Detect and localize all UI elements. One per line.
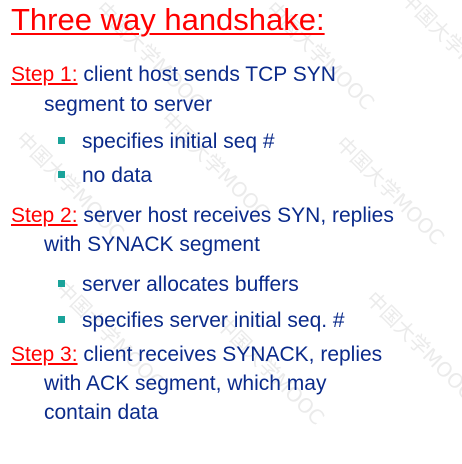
step-3-text: client receives SYNACK, replies	[83, 343, 383, 366]
step-1-bullet-1: specifies initial seq #	[58, 127, 275, 157]
step-2: Step 2: server host receives SYN, replie…	[11, 201, 394, 231]
watermark: 中国大学MOOC	[331, 131, 450, 250]
step-3-text-cont-1: with ACK segment, which may	[44, 372, 327, 395]
step-2-bullet-1: server allocates buffers	[58, 270, 299, 300]
step-1-label: Step 1:	[11, 63, 78, 86]
watermark: 中国大学MOOC	[396, 0, 462, 105]
step-3-text-cont-2: contain data	[44, 401, 159, 424]
step-2-bullet-2: specifies server initial seq. #	[58, 306, 345, 336]
step-1-text: client host sends TCP SYN	[83, 63, 336, 86]
step-3: Step 3: client receives SYNACK, replies	[11, 340, 382, 370]
step-2-label: Step 2:	[11, 204, 78, 227]
bullet-square-icon	[58, 170, 65, 178]
bullet-square-icon	[58, 279, 65, 287]
step-2-text: server host receives SYN, replies	[83, 204, 394, 227]
step-1-bullet-2: no data	[58, 161, 152, 191]
step-3-label: Step 3:	[11, 343, 78, 366]
bullet-square-icon	[58, 315, 65, 323]
slide-title: Three way handshake:	[11, 2, 325, 37]
step-2-text-cont: with SYNACK segment	[44, 233, 260, 256]
step-1-text-cont: segment to server	[44, 93, 213, 116]
bullet-square-icon	[58, 136, 65, 144]
step-1: Step 1: client host sends TCP SYN	[11, 60, 336, 90]
